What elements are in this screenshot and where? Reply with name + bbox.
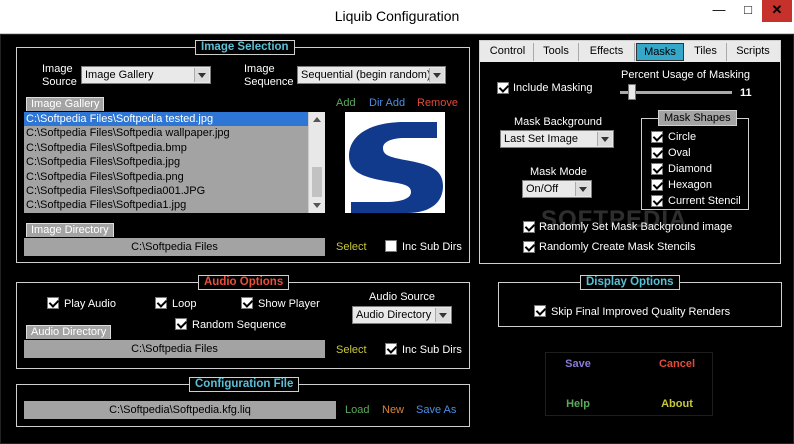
image-sequence-label: Image Sequence <box>244 63 294 88</box>
mask-mode-value: On/Off <box>526 183 559 195</box>
help-button[interactable]: Help <box>560 398 596 411</box>
chevron-down-icon <box>597 132 612 146</box>
mask-background-label: Mask Background <box>514 116 603 128</box>
about-button[interactable]: About <box>654 398 700 411</box>
mask-mode-label: Mask Mode <box>530 166 587 178</box>
configuration-file-field[interactable]: C:\Softpedia\Softpedia.kfg.liq <box>24 401 336 419</box>
maximize-button[interactable]: □ <box>733 0 763 22</box>
dir-add-button[interactable]: Dir Add <box>369 97 405 110</box>
image-sequence-value: Sequential (begin random) <box>301 69 431 81</box>
mask-background-value: Last Set Image <box>504 133 578 145</box>
random-stencils-label: Randomly Create Mask Stencils <box>539 241 696 253</box>
random-background-checkbox[interactable] <box>523 221 535 233</box>
include-masking-checkbox[interactable] <box>497 82 509 94</box>
skip-final-renders-checkbox[interactable] <box>534 305 546 317</box>
image-sequence-select[interactable]: Sequential (begin random) <box>297 66 446 84</box>
list-item[interactable]: C:\Softpedia Files\Softpedia wallpaper.j… <box>24 126 308 140</box>
tab-tiles[interactable]: Tiles <box>685 43 727 61</box>
audio-inc-sub-dirs-checkbox[interactable] <box>385 343 397 355</box>
gallery-scrollbar[interactable] <box>308 112 325 213</box>
audio-source-label: Audio Source <box>369 291 436 303</box>
image-gallery-list[interactable]: C:\Softpedia Files\Softpedia tested.jpg … <box>24 112 325 213</box>
save-button[interactable]: Save <box>560 358 596 371</box>
softpedia-logo-icon <box>349 122 443 213</box>
random-stencils-checkbox[interactable] <box>523 241 535 253</box>
tab-scripts[interactable]: Scripts <box>727 43 779 61</box>
random-sequence-checkbox[interactable] <box>175 318 187 330</box>
list-item[interactable]: C:\Softpedia Files\Softpedia tested.jpg <box>24 112 308 127</box>
skip-final-renders-label: Skip Final Improved Quality Renders <box>551 306 731 318</box>
image-preview <box>345 112 445 213</box>
chevron-down-icon <box>575 182 590 196</box>
watermark: SOFTPEDIA <box>541 206 688 233</box>
audio-select-button[interactable]: Select <box>336 344 367 357</box>
audio-directory-tab: Audio Directory <box>26 325 112 339</box>
image-gallery-tab: Image Gallery <box>26 97 105 111</box>
image-source-value: Image Gallery <box>85 69 154 81</box>
percent-usage-slider-track[interactable] <box>620 91 732 94</box>
image-inc-sub-dirs-label: Inc Sub Dirs <box>402 241 462 253</box>
tab-effects[interactable]: Effects <box>579 43 635 61</box>
oval-label: Oval <box>668 147 691 159</box>
configuration-file-legend: Configuration File <box>189 377 300 392</box>
mask-mode-select[interactable]: On/Off <box>522 180 592 198</box>
percent-usage-label: Percent Usage of Masking <box>621 69 751 81</box>
cancel-button[interactable]: Cancel <box>654 358 700 371</box>
audio-inc-sub-dirs-label: Inc Sub Dirs <box>402 344 462 356</box>
audio-directory-field[interactable]: C:\Softpedia Files <box>24 340 325 358</box>
loop-checkbox[interactable] <box>155 297 167 309</box>
chevron-down-icon <box>429 68 444 82</box>
image-source-select[interactable]: Image Gallery <box>81 66 211 84</box>
tab-tools[interactable]: Tools <box>534 43 579 61</box>
scrollbar-arrows-icon <box>312 117 322 208</box>
add-button[interactable]: Add <box>336 97 356 110</box>
chevron-down-icon <box>435 308 450 322</box>
close-button[interactable]: ✕ <box>762 0 792 22</box>
mask-shapes-legend: Mask Shapes <box>658 110 737 126</box>
list-item[interactable]: C:\Softpedia Files\Softpedia.jpg <box>24 155 308 169</box>
list-item[interactable]: C:\Softpedia Files\Softpedia.png <box>24 170 308 184</box>
window-title: Liquib Configuration <box>334 8 460 24</box>
image-directory-tab: Image Directory <box>26 223 114 237</box>
show-player-checkbox[interactable] <box>241 297 253 309</box>
image-selection-legend: Image Selection <box>195 40 295 55</box>
circle-label: Circle <box>668 131 697 143</box>
image-select-button[interactable]: Select <box>336 241 367 254</box>
tab-masks[interactable]: Masks <box>636 43 684 61</box>
diamond-checkbox[interactable] <box>651 163 663 175</box>
include-masking-label: Include Masking <box>513 82 593 94</box>
show-player-label: Show Player <box>258 298 320 310</box>
audio-source-value: Audio Directory <box>356 309 432 321</box>
list-item[interactable]: C:\Softpedia Files\Softpedia1.jpg <box>24 198 308 212</box>
percent-usage-slider-thumb[interactable] <box>628 84 637 100</box>
diamond-label: Diamond <box>668 163 713 175</box>
save-as-button[interactable]: Save As <box>416 404 456 417</box>
title-bar: Liquib Configuration — □ ✕ <box>0 0 794 34</box>
image-inc-sub-dirs-checkbox[interactable] <box>385 240 397 252</box>
mask-background-select[interactable]: Last Set Image <box>500 130 614 148</box>
loop-label: Loop <box>172 298 197 310</box>
audio-options-legend: Audio Options <box>198 275 290 290</box>
display-options-legend: Display Options <box>580 275 680 290</box>
hexagon-checkbox[interactable] <box>651 179 663 191</box>
audio-source-select[interactable]: Audio Directory <box>352 306 452 324</box>
random-sequence-label: Random Sequence <box>192 319 287 331</box>
new-button[interactable]: New <box>382 404 404 417</box>
play-audio-checkbox[interactable] <box>47 297 59 309</box>
chevron-down-icon <box>194 68 209 82</box>
oval-checkbox[interactable] <box>651 147 663 159</box>
list-item[interactable]: C:\Softpedia Files\Softpedia001.JPG <box>24 184 308 198</box>
remove-button[interactable]: Remove <box>417 97 458 110</box>
percent-usage-value: 11 <box>740 87 752 99</box>
load-button[interactable]: Load <box>345 404 369 417</box>
hexagon-label: Hexagon <box>668 179 713 191</box>
play-audio-label: Play Audio <box>64 298 116 310</box>
image-source-label: Image Source <box>42 63 77 88</box>
list-item[interactable]: C:\Softpedia Files\Softpedia.bmp <box>24 141 308 155</box>
image-directory-field[interactable]: C:\Softpedia Files <box>24 238 325 256</box>
minimize-button[interactable]: — <box>704 0 734 22</box>
circle-checkbox[interactable] <box>651 131 663 143</box>
tab-control[interactable]: Control <box>482 43 534 61</box>
